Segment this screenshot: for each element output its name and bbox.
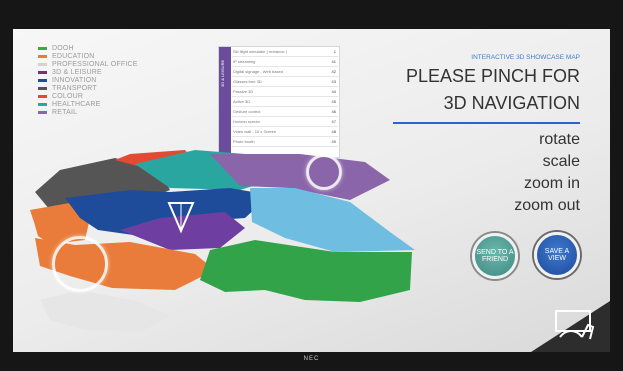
command-zoom-in[interactable]: zoom in [470, 175, 580, 193]
legend-label: HEALTHCARE [52, 100, 101, 108]
directory-row[interactable]: Active 3D 45 [232, 97, 338, 107]
legend-item[interactable]: EDUCATION [38, 53, 138, 61]
category-legend: DOOH EDUCATION PROFESSIONAL OFFICE 3D & … [38, 45, 138, 117]
directory-row-label: Horizon screen [233, 119, 260, 124]
map-zone-light-blue[interactable] [250, 188, 415, 252]
directory-row-number: 44 [331, 89, 336, 94]
send-to-friend-label: SEND TO A FRIEND [476, 249, 514, 263]
legend-label: 3D & LEISURE [52, 68, 102, 76]
legend-item[interactable]: TRANSPORT [38, 85, 138, 93]
directory-row-label: IP streaming [233, 59, 256, 64]
legend-label: PROFESSIONAL OFFICE [52, 60, 138, 68]
directory-row-label: Gesture control [233, 109, 261, 114]
legend-label: EDUCATION [52, 52, 95, 60]
directory-row-number: 43 [331, 79, 336, 84]
directory-row-number: 48 [331, 129, 336, 134]
legend-swatch [38, 103, 47, 107]
directory-row-number: 45 [331, 99, 336, 104]
legend-item[interactable]: HEALTHCARE [38, 101, 138, 109]
directory-row-label: Glasses free 3D [233, 79, 262, 84]
legend-label: COLOUR [52, 92, 84, 100]
pinch-gesture-icon[interactable] [546, 305, 604, 347]
directory-row[interactable]: Horizon screen 47 [232, 117, 338, 127]
directory-row-number: 47 [331, 119, 336, 124]
directory-row[interactable]: Ski flight simulator ( entrance ) 1 [232, 47, 338, 57]
title-divider [393, 122, 580, 124]
command-zoom-out[interactable]: zoom out [470, 197, 580, 215]
brand-logo: NEC [303, 356, 320, 362]
page-subtitle: INTERACTIVE 3D SHOWCASE MAP [471, 54, 580, 61]
legend-item[interactable]: DOOH [38, 45, 138, 53]
directory-row[interactable]: Glasses free 3D 43 [232, 77, 338, 87]
directory-row-number: 42 [331, 69, 336, 74]
legend-swatch [38, 111, 47, 115]
legend-swatch [38, 95, 47, 99]
directory-row[interactable]: Video wall - 10 x Screen 48 [232, 127, 338, 137]
location-pointer-icon[interactable] [166, 200, 196, 234]
directory-row-number: 1 [333, 49, 336, 54]
map-zone-professional-office[interactable] [40, 290, 170, 332]
legend-label: INNOVATION [52, 76, 97, 84]
directory-row-label: Active 3D [233, 99, 251, 104]
legend-label: DOOH [52, 44, 74, 52]
send-to-friend-button[interactable]: SEND TO A FRIEND [472, 233, 518, 279]
legend-swatch [38, 79, 47, 83]
directory-row[interactable]: IP streaming 41 [232, 57, 338, 67]
directory-row[interactable]: Digital signage - Web based 42 [232, 67, 338, 77]
legend-item[interactable]: COLOUR [38, 93, 138, 101]
legend-swatch [38, 63, 47, 67]
directory-category-label: 3D & LEISURE [220, 59, 225, 87]
directory-row-number: 41 [331, 59, 336, 64]
legend-swatch [38, 55, 47, 59]
legend-swatch [38, 87, 47, 91]
directory-row-label: Ski flight simulator ( entrance ) [233, 49, 288, 54]
directory-row[interactable]: Passive 3D 44 [232, 87, 338, 97]
legend-item[interactable]: 3D & LEISURE [38, 69, 138, 77]
page-title-line-2: 3D NAVIGATION [443, 93, 580, 113]
save-view-label: SAVE A VIEW [544, 248, 570, 262]
command-rotate[interactable]: rotate [470, 131, 580, 149]
legend-swatch [38, 47, 47, 51]
directory-row-label: Passive 3D [233, 89, 254, 94]
legend-swatch [38, 71, 47, 75]
hotspot-ring[interactable] [52, 236, 108, 292]
legend-label: RETAIL [52, 108, 78, 116]
page-title-line-1: PLEASE PINCH FOR [405, 66, 580, 86]
directory-row-label: Digital signage - Web based [233, 69, 283, 74]
legend-label: TRANSPORT [52, 84, 97, 92]
command-scale[interactable]: scale [470, 153, 580, 171]
save-view-button[interactable]: SAVE A VIEW [534, 232, 580, 278]
legend-item[interactable]: INNOVATION [38, 77, 138, 85]
directory-row[interactable]: Gesture control 46 [232, 107, 338, 117]
directory-row-label: Video wall - 10 x Screen [233, 129, 277, 134]
hotspot-ring[interactable] [306, 154, 342, 190]
legend-item[interactable]: RETAIL [38, 109, 138, 117]
directory-row-number: 46 [331, 109, 336, 114]
legend-item[interactable]: PROFESSIONAL OFFICE [38, 61, 138, 69]
